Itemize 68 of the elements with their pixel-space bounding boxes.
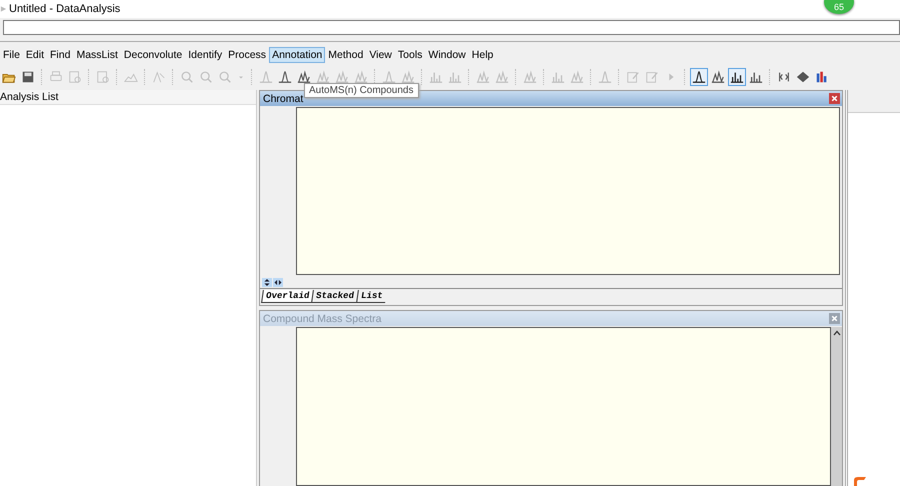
menu-item[interactable]: Edit [22, 47, 48, 63]
peak-icon [278, 70, 292, 84]
menu-item[interactable]: Process [225, 47, 270, 63]
toolbar-button[interactable] [709, 68, 727, 86]
peak-icon [692, 70, 706, 84]
menu-item[interactable]: Deconvolute [120, 47, 186, 63]
peaks-icon [297, 70, 311, 84]
zoom-icon [199, 70, 213, 84]
printer-icon [49, 70, 63, 84]
preview-icon [68, 70, 82, 84]
bar-chart-icon [749, 70, 763, 84]
zoom-icon [180, 70, 194, 84]
address-field[interactable] [3, 20, 900, 35]
view-tab[interactable]: Overlaid [261, 290, 314, 303]
search-icon [218, 70, 232, 84]
peaks-icon [354, 70, 368, 84]
peak-icon [259, 70, 273, 84]
peaks-icon [335, 70, 349, 84]
window-title: Compound Mass Spectra [263, 312, 382, 324]
menu-item[interactable]: Window [425, 47, 469, 63]
edit-icon [645, 70, 659, 84]
bar-chart-icon [551, 70, 565, 84]
panel-header: Analysis List [0, 90, 256, 105]
menu-item[interactable]: Find [47, 47, 74, 63]
bar-chart-icon [448, 70, 462, 84]
menu-item[interactable]: View [366, 47, 395, 63]
toolbar-button[interactable] [728, 68, 746, 86]
fit-button[interactable] [273, 278, 283, 287]
app-icon [852, 476, 868, 486]
menu-item[interactable]: Help [468, 47, 496, 63]
edit-icon [626, 70, 640, 84]
toolbar-button[interactable] [690, 68, 708, 86]
menu-item[interactable]: MassList [73, 47, 121, 63]
toolbar-button[interactable] [295, 68, 313, 86]
peaks-icon [495, 70, 509, 84]
diamond-icon [796, 70, 810, 84]
close-button[interactable] [829, 313, 840, 324]
menu-item[interactable]: Method [325, 47, 366, 63]
peaks-icon [401, 70, 415, 84]
peak-edit-icon [152, 70, 166, 84]
menu-item[interactable]: Tools [394, 47, 426, 63]
bar-chart-icon [815, 70, 829, 84]
scrollbar[interactable] [831, 327, 842, 486]
updown-arrow-icon [263, 279, 271, 286]
bar-chart-icon [730, 70, 744, 84]
window-title: Untitled - DataAnalysis [9, 3, 120, 15]
app-icon [0, 5, 7, 13]
bracket-icon [777, 70, 791, 84]
peaks-icon [316, 70, 330, 84]
window-title: Chromat [263, 92, 304, 104]
peaks-icon [476, 70, 490, 84]
view-tab[interactable]: List [356, 290, 387, 303]
peaks-icon [523, 70, 537, 84]
tooltip: AutoMS(n) Compounds [304, 83, 418, 98]
leftright-arrow-icon [274, 279, 282, 286]
menu-item[interactable]: File [0, 47, 23, 63]
stack-button[interactable] [262, 278, 272, 287]
bar-chart-icon [429, 70, 443, 84]
save-icon [21, 70, 35, 84]
properties-icon [96, 70, 110, 84]
peaks-icon [570, 70, 584, 84]
close-button[interactable] [829, 93, 840, 104]
view-tab[interactable]: Stacked [311, 290, 358, 303]
peak-icon [598, 70, 612, 84]
menu-item[interactable]: Identify [185, 47, 226, 63]
peaks-icon [711, 70, 725, 84]
peak-icon [382, 70, 396, 84]
menu-item[interactable]: Annotation [269, 47, 326, 63]
